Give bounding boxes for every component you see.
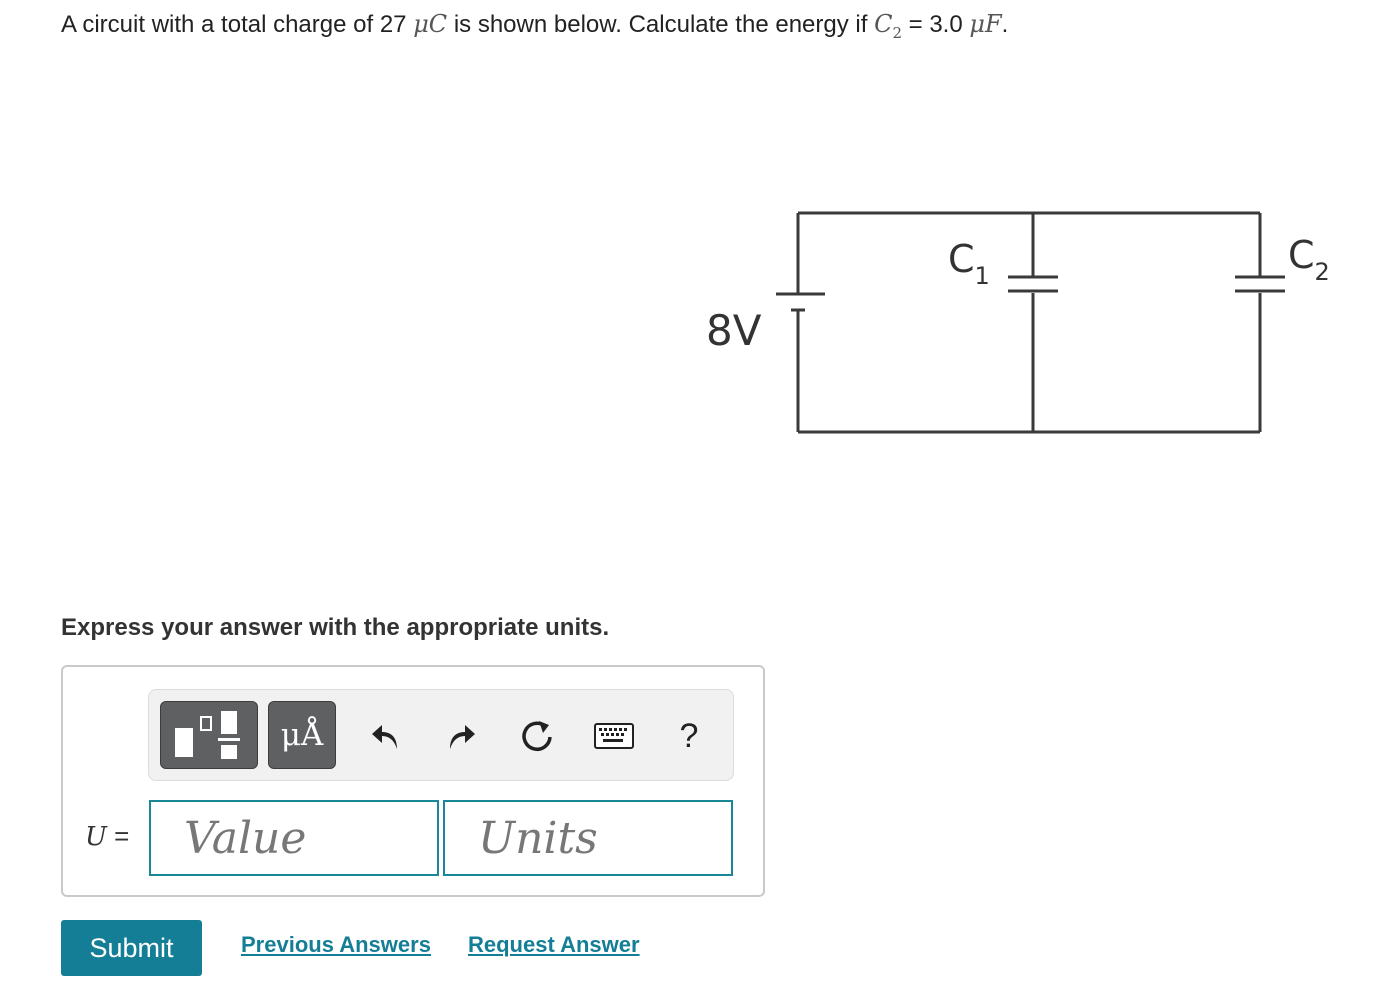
- question-part-3: = 3.0: [901, 11, 970, 38]
- question-part-4: .: [1001, 11, 1009, 38]
- c1-label-subscript: 1: [975, 262, 990, 290]
- request-answer-link[interactable]: Request Answer: [468, 932, 640, 958]
- c1-label-letter: C: [948, 237, 975, 281]
- math-toolbar: μÅ ?: [148, 689, 734, 781]
- units-button[interactable]: μÅ: [268, 701, 336, 769]
- answer-equals: =: [106, 821, 130, 851]
- units-input[interactable]: [445, 802, 731, 874]
- battery-symbol: [776, 286, 825, 317]
- value-input[interactable]: [151, 802, 437, 874]
- capacitance-unit: μF: [969, 10, 1002, 38]
- question-text: A circuit with a total charge of 27 μC i…: [61, 10, 1008, 42]
- answer-box: μÅ ? U =: [61, 665, 765, 897]
- answer-variable-label: U =: [85, 821, 129, 852]
- battery-label: 8V: [706, 306, 762, 355]
- charge-unit: μC: [413, 10, 448, 38]
- units-field: [443, 800, 733, 876]
- question-part-1: A circuit with a total charge of 27: [61, 11, 414, 38]
- c1-label: C1: [948, 237, 990, 290]
- answer-variable: U: [85, 822, 107, 852]
- capacitor-symbol: C2: [874, 10, 902, 42]
- units-button-label: μÅ: [280, 717, 324, 753]
- answer-instruction: Express your answer with the appropriate…: [61, 614, 610, 641]
- capacitor-symbol-subscript: 2: [892, 23, 902, 42]
- redo-icon[interactable]: [441, 716, 481, 756]
- capacitor-c2-symbol: [1235, 275, 1285, 293]
- c2-label: C2: [1288, 233, 1330, 286]
- question-part-2: is shown below. Calculate the energy if: [447, 11, 875, 38]
- reset-icon[interactable]: [517, 716, 557, 756]
- previous-answers-link[interactable]: Previous Answers: [241, 932, 431, 958]
- circuit-diagram: 8V C1 C2: [706, 211, 1330, 434]
- undo-icon[interactable]: [366, 716, 406, 756]
- templates-button[interactable]: [160, 701, 258, 769]
- help-button[interactable]: ?: [669, 716, 709, 756]
- circuit-wires: [796, 211, 1262, 434]
- capacitor-symbol-letter: C: [874, 10, 893, 38]
- c2-label-letter: C: [1288, 233, 1315, 277]
- value-field: [149, 800, 439, 876]
- c2-label-subscript: 2: [1315, 258, 1330, 286]
- capacitor-c1-symbol: [1008, 275, 1058, 293]
- submit-button[interactable]: Submit: [61, 920, 202, 976]
- keyboard-icon[interactable]: [592, 716, 636, 756]
